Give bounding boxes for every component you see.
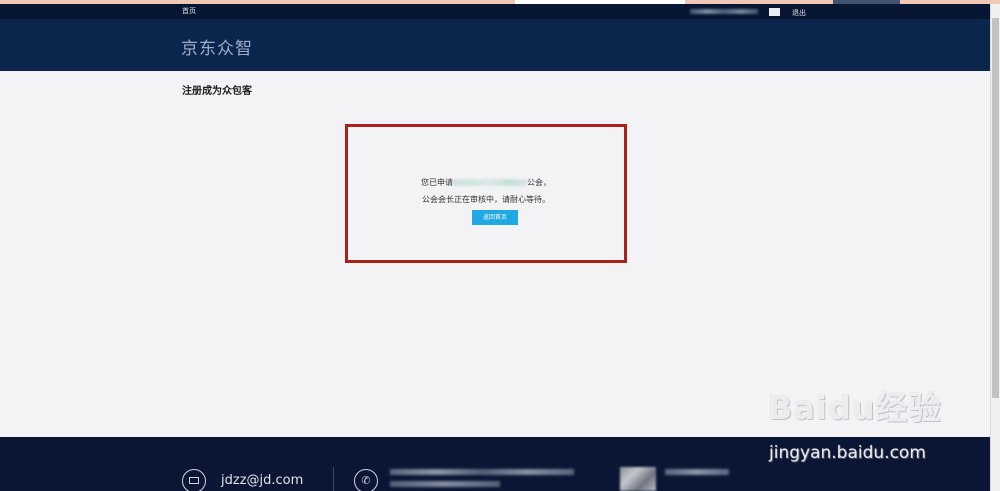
status-prefix: 您已申请 [421, 178, 453, 187]
phone-info-redacted [390, 469, 574, 475]
phone-info-redacted [390, 481, 500, 487]
qr-caption-redacted [665, 469, 729, 475]
status-suffix: 公会， [527, 178, 551, 187]
mail-icon[interactable] [769, 8, 780, 16]
scrollbar-thumb[interactable] [992, 18, 999, 398]
home-link[interactable]: 首页 [182, 6, 196, 16]
logout-link[interactable]: 退出 [792, 8, 806, 18]
application-status-box: 您已申请 公会， 公会会长正在审核中，请耐心等待。 返回首页 [345, 124, 627, 263]
email-icon [182, 469, 206, 491]
status-message-line2: 公会会长正在审核中，请耐心等待。 [422, 195, 550, 204]
username-redacted [690, 9, 758, 14]
guild-name-redacted [453, 179, 527, 186]
status-message-line1: 您已申请 公会， [348, 177, 624, 188]
watermark-logo: Baidu经验 [768, 389, 942, 427]
qr-code-redacted [620, 467, 656, 491]
phone-icon: ✆ [354, 469, 378, 491]
brand-logo[interactable]: 京东众智 [181, 34, 253, 59]
footer-divider [333, 467, 334, 491]
vertical-scrollbar[interactable] [990, 4, 1000, 491]
baidu-watermark: Baidu经验 jingyan.baidu.com [768, 383, 948, 473]
contact-email[interactable]: jdzz@jd.com [221, 473, 303, 488]
page-title: 注册成为众包客 [182, 86, 252, 97]
top-nav-bar: 首页 退出 [0, 4, 990, 19]
watermark-url: jingyan.baidu.com [769, 443, 926, 463]
back-home-button[interactable]: 返回首页 [472, 210, 518, 225]
site-header: 京东众智 [0, 19, 990, 71]
